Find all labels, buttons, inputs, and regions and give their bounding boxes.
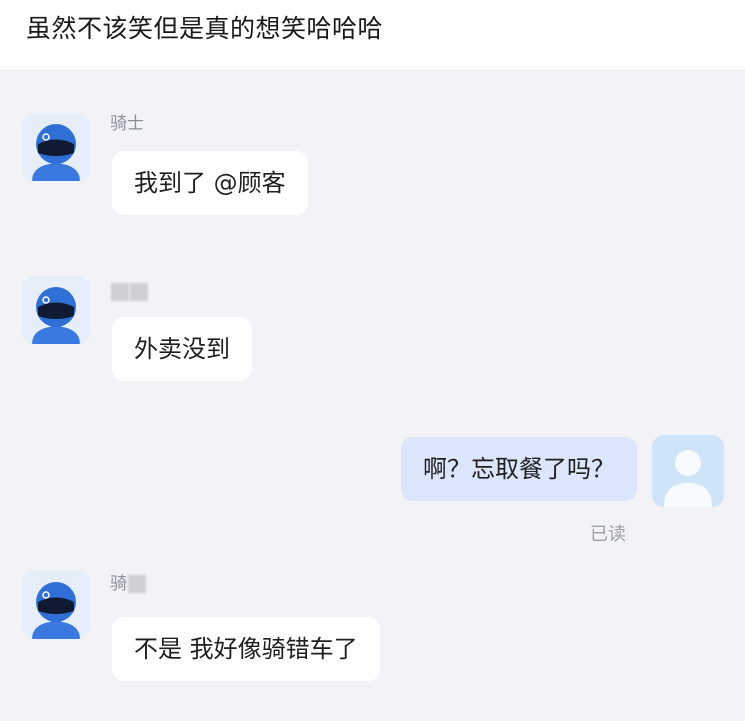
redacted-name-block (128, 575, 146, 593)
sender-name (110, 281, 148, 303)
user-avatar[interactable] (652, 435, 724, 507)
redacted-name-block (130, 283, 148, 301)
rider-avatar[interactable] (22, 113, 90, 181)
rider-avatar[interactable] (22, 571, 90, 639)
default-user-icon (664, 450, 712, 507)
message-bubble[interactable]: 我到了 @顾客 (112, 151, 308, 215)
sender-name: 骑士 (110, 114, 144, 134)
rider-helmet-icon (32, 124, 80, 181)
sender-name: 骑 (110, 573, 146, 595)
self-message-bubble[interactable]: 啊？忘取餐了吗？ (401, 437, 637, 501)
post-title: 虽然不该笑但是真的想笑哈哈哈 (26, 14, 384, 43)
chat-area: 骑士 我到了 @顾客 外卖没到 啊？忘取餐了吗？ 已读 骑 不是 我好像骑错车了 (0, 70, 745, 721)
message-bubble[interactable]: 外卖没到 (112, 317, 252, 381)
message-bubble[interactable]: 不是 我好像骑错车了 (112, 617, 380, 681)
read-status: 已读 (590, 524, 626, 545)
rider-helmet-icon (32, 582, 80, 639)
rider-avatar[interactable] (22, 276, 90, 344)
rider-helmet-icon (32, 287, 80, 344)
redacted-name-block (111, 283, 129, 301)
